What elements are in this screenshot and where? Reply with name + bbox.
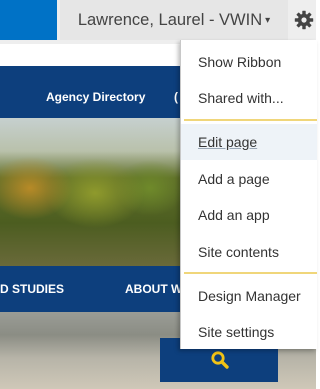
- menu-item-add-an-app[interactable]: Add an app: [181, 197, 317, 233]
- menu-item-label: Design Manager: [198, 288, 301, 304]
- menu-item-label: Add an app: [198, 207, 270, 223]
- menu-item-show-ribbon[interactable]: Show Ribbon: [181, 44, 317, 80]
- app-launcher-tile[interactable]: [0, 0, 57, 40]
- search-icon[interactable]: [210, 350, 230, 370]
- nav-link-agency-directory[interactable]: Agency Directory: [46, 90, 145, 104]
- gear-icon[interactable]: [294, 10, 314, 30]
- menu-item-label: Site contents: [198, 244, 279, 260]
- nav-link-studies[interactable]: D STUDIES: [0, 282, 64, 296]
- user-name-label: Lawrence, Laurel - VWIN: [77, 11, 263, 29]
- chevron-down-icon: ▾: [265, 15, 271, 26]
- menu-item-label: Site settings: [198, 324, 275, 340]
- menu-item-shared-with[interactable]: Shared with...: [181, 80, 317, 116]
- nav-link-about[interactable]: ABOUT W: [125, 282, 182, 296]
- menu-item-label: Add a page: [198, 171, 270, 187]
- menu-item-label: Show Ribbon: [198, 54, 282, 70]
- settings-menu: Show Ribbon Shared with... Edit page Add…: [180, 40, 317, 349]
- menu-item-add-a-page[interactable]: Add a page: [181, 161, 317, 197]
- menu-separator: [184, 119, 317, 121]
- menu-item-site-settings[interactable]: Site settings: [181, 314, 317, 350]
- user-menu-button[interactable]: Lawrence, Laurel - VWIN ▾: [60, 0, 288, 40]
- menu-separator: [184, 272, 317, 274]
- menu-item-label: Shared with...: [198, 90, 284, 106]
- menu-item-label: Edit page: [198, 134, 258, 150]
- menu-item-site-contents[interactable]: Site contents: [181, 234, 317, 270]
- menu-item-edit-page[interactable]: Edit page: [181, 124, 317, 160]
- nav-link-partial[interactable]: (: [174, 90, 178, 104]
- menu-item-design-manager[interactable]: Design Manager: [181, 278, 317, 314]
